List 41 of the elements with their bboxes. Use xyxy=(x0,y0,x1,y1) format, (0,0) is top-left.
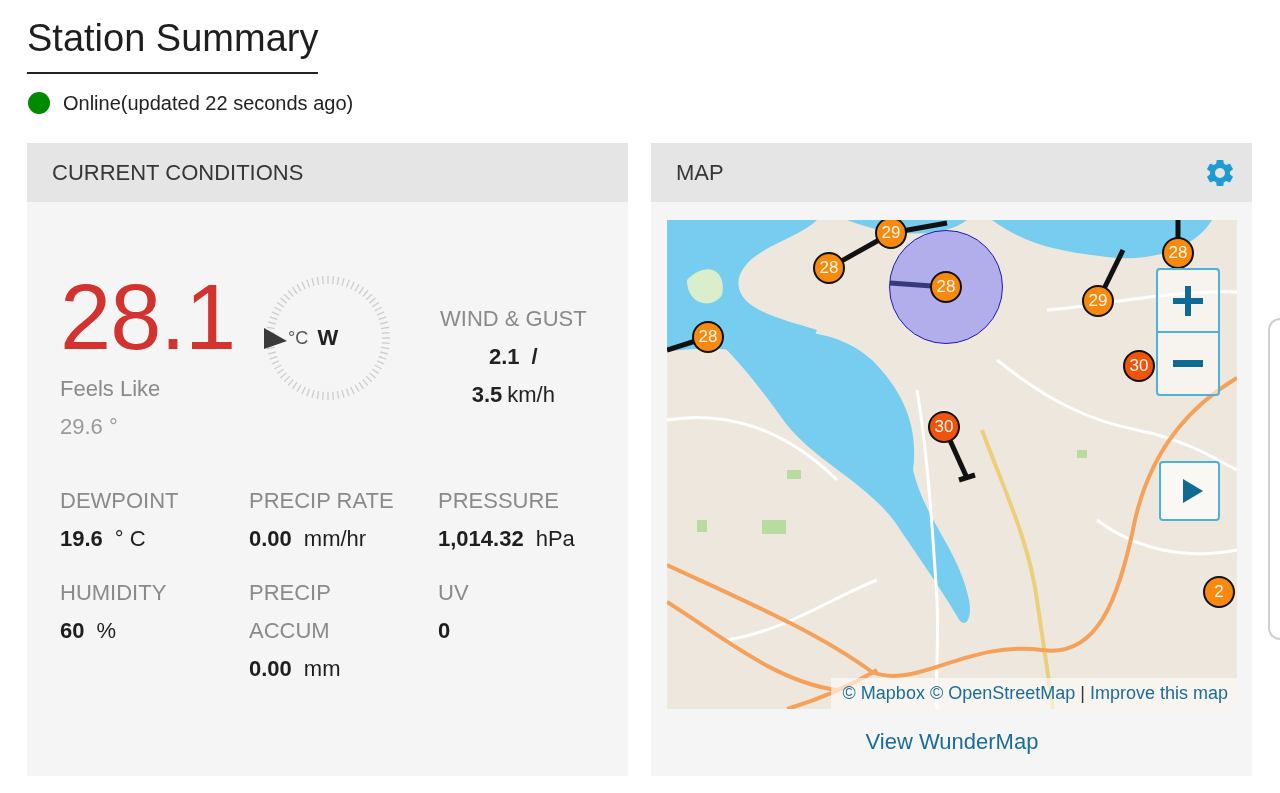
stat-value: 0.00 xyxy=(249,526,292,551)
minus-icon xyxy=(1173,360,1203,367)
stat-label: PRESSURE xyxy=(438,487,561,515)
stat-unit: mm/hr xyxy=(303,526,367,551)
stat-value: 0.00 xyxy=(249,656,292,681)
wind-direction: W xyxy=(316,325,340,351)
play-icon xyxy=(1182,479,1203,503)
card-title: CURRENT CONDITIONS xyxy=(52,158,304,187)
stat-label: HUMIDITY xyxy=(60,579,168,607)
separator-text: | xyxy=(1080,682,1085,705)
attribution-link[interactable]: Improve this map xyxy=(1089,680,1228,706)
stat-unit: ° C xyxy=(114,526,146,551)
feels-like-label: Feels Like xyxy=(60,375,162,403)
wind-label: WIND & GUST xyxy=(440,305,587,333)
stat-label: PRECIP ACCUM xyxy=(249,579,332,645)
view-wundermap-link[interactable]: View WunderMap xyxy=(865,729,1039,754)
separator-text: / xyxy=(531,344,538,369)
play-button[interactable] xyxy=(1159,461,1220,521)
stat-unit: hPa xyxy=(535,526,575,551)
temperature-unit: °C xyxy=(288,328,309,348)
wind-gust: 3.5 xyxy=(471,382,503,407)
temperature-value: 28.1 xyxy=(60,271,237,363)
wind-unit: km/h xyxy=(507,382,555,407)
stat-value: 0 xyxy=(438,618,451,643)
card-title: MAP xyxy=(676,158,724,187)
attribution-link[interactable]: © OpenStreetMap xyxy=(929,680,1076,706)
stat-label: PRECIP RATE xyxy=(249,487,395,515)
stat-label: DEWPOINT xyxy=(60,487,180,515)
stat-value: 1,014.32 xyxy=(438,526,524,551)
stat-label: UV xyxy=(438,579,470,607)
status-text: Online(updated 22 seconds ago) xyxy=(63,91,354,116)
wind-speed: 2.1 xyxy=(488,344,520,369)
edge-panel-handle[interactable] xyxy=(1268,318,1280,640)
stat-value: 60 xyxy=(60,618,85,643)
attribution-link[interactable]: © Mapbox xyxy=(842,680,925,706)
stat-value: 19.6 xyxy=(60,526,103,551)
feels-like-value: 29.6 ° xyxy=(60,413,119,441)
plus-icon xyxy=(1173,285,1203,316)
stat-unit: mm xyxy=(303,656,341,681)
stat-unit: % xyxy=(96,618,117,643)
page-title: Station Summary xyxy=(27,15,319,74)
